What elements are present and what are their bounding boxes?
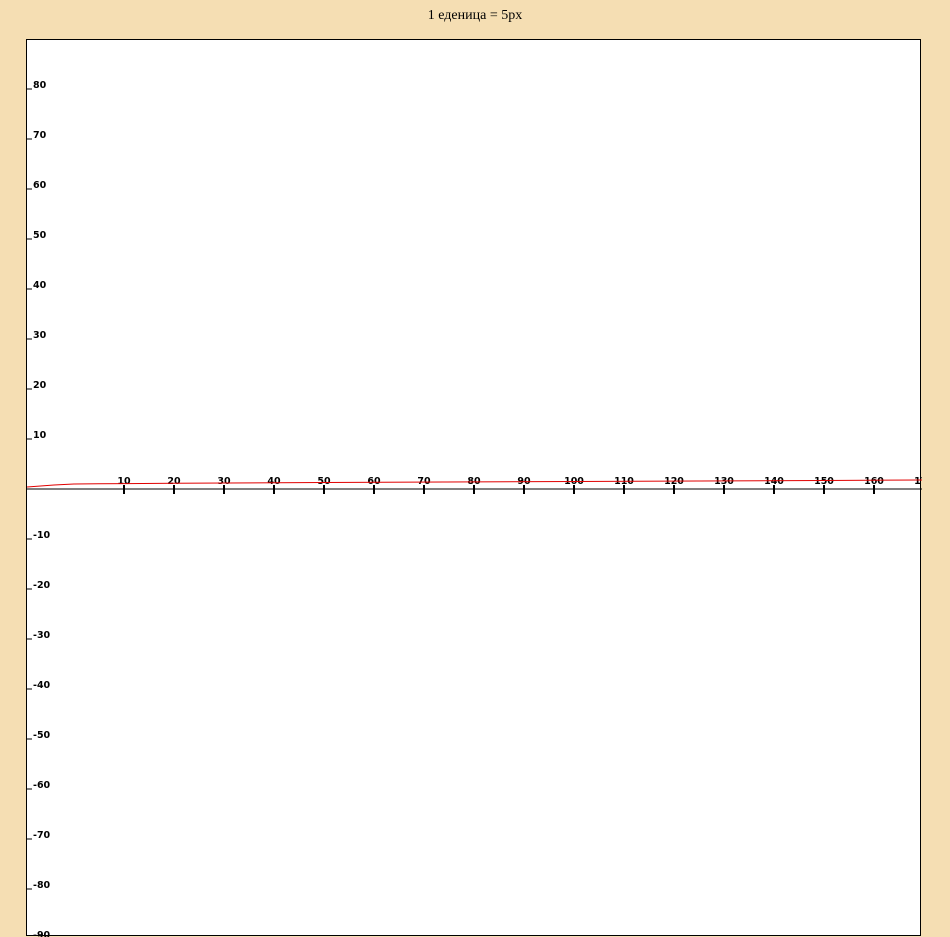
y-tick-label: -40 bbox=[33, 680, 51, 691]
y-tick-label: 20 bbox=[33, 380, 47, 391]
x-tick-label: 60 bbox=[367, 476, 381, 487]
chart-svg: 10 20 30 40 50 60 70 80 90 100 110 120 130 140 150 160 1… bbox=[27, 40, 922, 937]
x-tick-label: 140 bbox=[764, 476, 784, 487]
x-tick-label: 170 bbox=[914, 476, 922, 487]
x-tick-label: 30 bbox=[217, 476, 231, 487]
y-tick-label: -20 bbox=[33, 580, 51, 591]
x-tick-label: 150 bbox=[814, 476, 834, 487]
chart-area: 10 20 30 40 50 60 70 80 90 100 110 120 130 140 150 160 1… bbox=[26, 39, 922, 937]
y-tick-label: 60 bbox=[33, 180, 47, 191]
x-tick-label: 160 bbox=[864, 476, 884, 487]
y-tick-label: 40 bbox=[33, 280, 47, 291]
y-tick-label: -80 bbox=[33, 880, 51, 891]
y-tick-label: 70 bbox=[33, 130, 47, 141]
x-tick-label: 40 bbox=[267, 476, 281, 487]
y-tick-label: 50 bbox=[33, 230, 47, 241]
x-tick-label: 70 bbox=[417, 476, 431, 487]
y-tick-label: 10 bbox=[33, 430, 47, 441]
y-tick-label: -70 bbox=[33, 830, 51, 841]
y-tick-label: -50 bbox=[33, 730, 51, 741]
x-tick-label: 50 bbox=[317, 476, 331, 487]
x-tick-label: 130 bbox=[714, 476, 734, 487]
x-tick-label: 20 bbox=[167, 476, 181, 487]
y-tick-label: -30 bbox=[33, 630, 51, 641]
y-tick-label: -60 bbox=[33, 780, 51, 791]
x-tick-label: 10 bbox=[117, 476, 131, 487]
scale-caption: 1 еденица = 5px bbox=[427, 8, 523, 23]
y-tick-label: 80 bbox=[33, 80, 47, 91]
y-tick-label: -10 bbox=[33, 530, 51, 541]
y-tick-label: 90 bbox=[33, 40, 47, 41]
y-tick-label: 30 bbox=[33, 330, 47, 341]
